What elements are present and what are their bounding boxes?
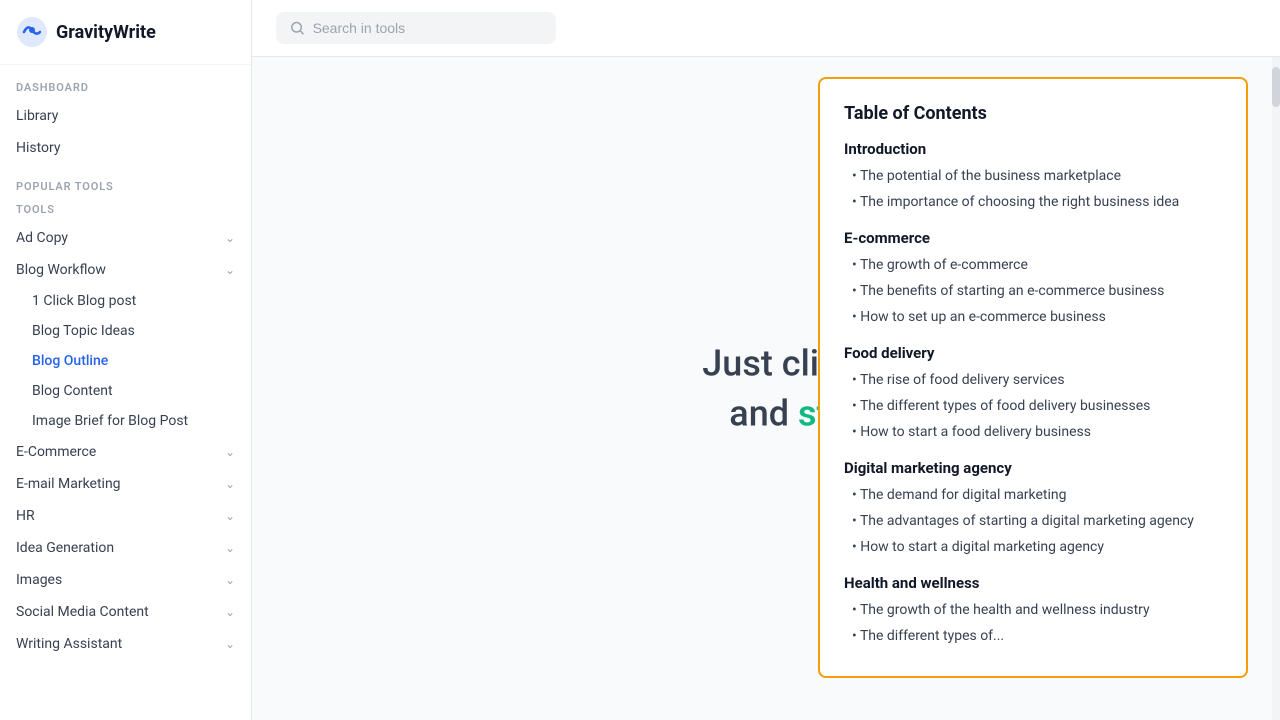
tools-label: TOOLS <box>0 199 251 222</box>
sidebar-item-image-brief[interactable]: Image Brief for Blog Post <box>0 406 251 436</box>
sidebar-item-blog-content[interactable]: Blog Content <box>0 376 251 406</box>
toc-list-health-wellness: The growth of the health and wellness in… <box>844 600 1222 647</box>
chevron-down-icon: ⌄ <box>225 573 235 587</box>
chevron-down-icon: ⌄ <box>225 263 235 277</box>
chevron-down-icon: ⌄ <box>225 231 235 245</box>
toc-item: How to start a digital marketing agency <box>852 537 1222 558</box>
sidebar: GravityWrite DASHBOARD Library History P… <box>0 0 252 720</box>
chevron-down-icon: ⌄ <box>225 509 235 523</box>
header <box>252 0 1280 57</box>
chevron-down-icon: ⌄ <box>225 477 235 491</box>
toc-item: The rise of food delivery services <box>852 370 1222 391</box>
main-area: Just click anywhere and start editing Ta… <box>252 0 1280 720</box>
sidebar-item-history[interactable]: History <box>0 132 251 164</box>
toc-section-health-wellness: Health and wellness <box>844 574 1222 592</box>
toc-list-food-delivery: The rise of food delivery services The d… <box>844 370 1222 443</box>
logo: GravityWrite <box>0 0 251 65</box>
toc-item: The different types of food delivery bus… <box>852 396 1222 417</box>
toc-title: Table of Contents <box>844 103 1222 124</box>
sidebar-item-email-marketing[interactable]: E-mail Marketing ⌄ <box>0 468 251 500</box>
chevron-down-icon: ⌄ <box>225 605 235 619</box>
toc-section-introduction: Introduction <box>844 140 1222 158</box>
sidebar-item-blog-topic-ideas[interactable]: Blog Topic Ideas <box>0 316 251 346</box>
toc-item: How to set up an e-commerce business <box>852 307 1222 328</box>
toc-section-digital-marketing: Digital marketing agency <box>844 459 1222 477</box>
page-scrollbar[interactable] <box>1272 57 1280 720</box>
toc-item: How to start a food delivery business <box>852 422 1222 443</box>
toc-section-ecommerce: E-commerce <box>844 229 1222 247</box>
search-icon <box>290 20 305 36</box>
toc-item: The potential of the business marketplac… <box>852 166 1222 187</box>
toc-list-digital-marketing: The demand for digital marketing The adv… <box>844 485 1222 558</box>
logo-text: GravityWrite <box>56 22 156 43</box>
sidebar-item-blog-workflow[interactable]: Blog Workflow ⌄ <box>0 254 251 286</box>
sidebar-item-hr[interactable]: HR ⌄ <box>0 500 251 532</box>
toc-item: The demand for digital marketing <box>852 485 1222 506</box>
toc-item: The benefits of starting an e-commerce b… <box>852 281 1222 302</box>
popular-tools-label: POPULAR TOOLS <box>0 164 251 199</box>
dashboard-section-label: DASHBOARD <box>0 65 251 100</box>
toc-section-food-delivery: Food delivery <box>844 344 1222 362</box>
sidebar-item-ad-copy[interactable]: Ad Copy ⌄ <box>0 222 251 254</box>
toc-list-ecommerce: The growth of e-commerce The benefits of… <box>844 255 1222 328</box>
sidebar-item-social-media[interactable]: Social Media Content ⌄ <box>0 596 251 628</box>
sidebar-item-1click-blog[interactable]: 1 Click Blog post <box>0 286 251 316</box>
scrollbar-thumb <box>1272 67 1280 107</box>
sidebar-item-images[interactable]: Images ⌄ <box>0 564 251 596</box>
sidebar-item-library[interactable]: Library <box>0 100 251 132</box>
content-area: Just click anywhere and start editing Ta… <box>252 57 1280 720</box>
sidebar-item-e-commerce[interactable]: E-Commerce ⌄ <box>0 436 251 468</box>
toc-item: The growth of e-commerce <box>852 255 1222 276</box>
search-input[interactable] <box>313 20 542 36</box>
search-box[interactable] <box>276 12 556 44</box>
chevron-down-icon: ⌄ <box>225 541 235 555</box>
toc-item: The growth of the health and wellness in… <box>852 600 1222 621</box>
toc-list-introduction: The potential of the business marketplac… <box>844 166 1222 213</box>
sidebar-item-writing-assistant[interactable]: Writing Assistant ⌄ <box>0 628 251 660</box>
toc-item: The importance of choosing the right bus… <box>852 192 1222 213</box>
toc-item: The advantages of starting a digital mar… <box>852 511 1222 532</box>
sidebar-item-idea-generation[interactable]: Idea Generation ⌄ <box>0 532 251 564</box>
table-of-contents-card: Table of Contents Introduction The poten… <box>818 77 1248 678</box>
chevron-down-icon: ⌄ <box>225 445 235 459</box>
chevron-down-icon: ⌄ <box>225 637 235 651</box>
gravitywrite-logo-icon <box>16 16 48 48</box>
toc-item: The different types of... <box>852 626 1222 647</box>
sidebar-item-blog-outline[interactable]: Blog Outline <box>0 346 251 376</box>
